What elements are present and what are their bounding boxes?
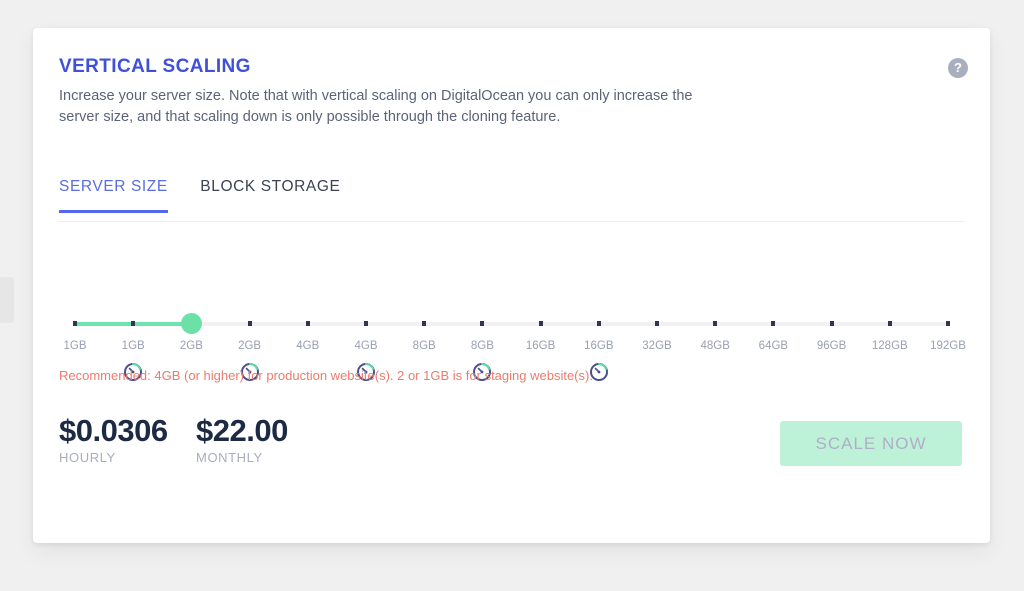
side-drawer-handle[interactable]	[0, 277, 14, 323]
pricing-summary: $0.0306 HOURLY $22.00 MONTHLY	[59, 413, 312, 465]
price-hourly: $0.0306 HOURLY	[59, 413, 168, 465]
slider-tick-label: 192GB	[930, 340, 966, 352]
slider-tick-label: 2GB	[179, 340, 203, 352]
slider-tick[interactable]	[771, 321, 776, 326]
slider-tick-label: 48GB	[700, 340, 730, 352]
slider-tick-label: 64GB	[758, 340, 789, 352]
help-icon[interactable]: ?	[948, 58, 968, 78]
price-monthly: $22.00 MONTHLY	[196, 413, 288, 465]
recommendation-text: Recommended: 4GB (or higher) for product…	[59, 368, 593, 383]
tab-bar: SERVER SIZE BLOCK STORAGE	[59, 178, 964, 222]
price-hourly-label: HOURLY	[59, 450, 116, 465]
slider-tick[interactable]	[946, 321, 950, 326]
price-hourly-value: $0.0306	[59, 413, 168, 448]
slider-tick[interactable]	[422, 321, 427, 326]
slider-tick-label: 32GB	[642, 340, 672, 352]
price-monthly-value: $22.00	[196, 413, 288, 448]
slider-tick-label: 16GB	[525, 340, 556, 352]
slider-tick[interactable]	[655, 321, 659, 326]
slider-tick-label: 2GB	[238, 340, 262, 352]
page-description: Increase your server size. Note that wit…	[59, 88, 693, 125]
slider-tick[interactable]	[305, 321, 310, 326]
slider-tick[interactable]	[131, 321, 136, 326]
slider-tick[interactable]	[364, 321, 368, 326]
page-title: VERTICAL SCALING	[59, 56, 251, 77]
vertical-scaling-card: ? VERTICAL SCALING Increase your server …	[33, 28, 990, 543]
slider-tick[interactable]	[829, 321, 834, 326]
slider-tick-label: 4GB	[296, 340, 320, 352]
price-monthly-label: MONTHLY	[196, 450, 263, 465]
slider-tick-label: 16GB	[584, 340, 614, 352]
slider-tick-label: 8GB	[470, 340, 494, 352]
slider-tick-label: 8GB	[412, 340, 436, 352]
slider-tick[interactable]	[73, 321, 77, 326]
slider-tick[interactable]	[596, 321, 601, 326]
slider-tick[interactable]	[887, 321, 892, 326]
slider-tick[interactable]	[538, 321, 543, 326]
tab-block-storage[interactable]: BLOCK STORAGE	[200, 178, 340, 212]
slider-tick-label: 4GB	[354, 340, 378, 352]
slider-tick-label: 1GB	[63, 340, 87, 352]
slider-handle[interactable]	[181, 313, 203, 334]
slider-track[interactable]	[75, 322, 948, 326]
slider-tick[interactable]	[713, 321, 718, 326]
scale-now-button[interactable]: SCALE NOW	[780, 421, 962, 466]
slider-tick-label: 96GB	[816, 340, 847, 352]
slider-tick[interactable]	[247, 321, 252, 326]
tab-server-size[interactable]: SERVER SIZE	[59, 178, 168, 213]
slider-tick-label: 128GB	[871, 340, 908, 352]
slider-tick-label: 1GB	[121, 340, 145, 352]
slider-tick[interactable]	[480, 321, 485, 326]
